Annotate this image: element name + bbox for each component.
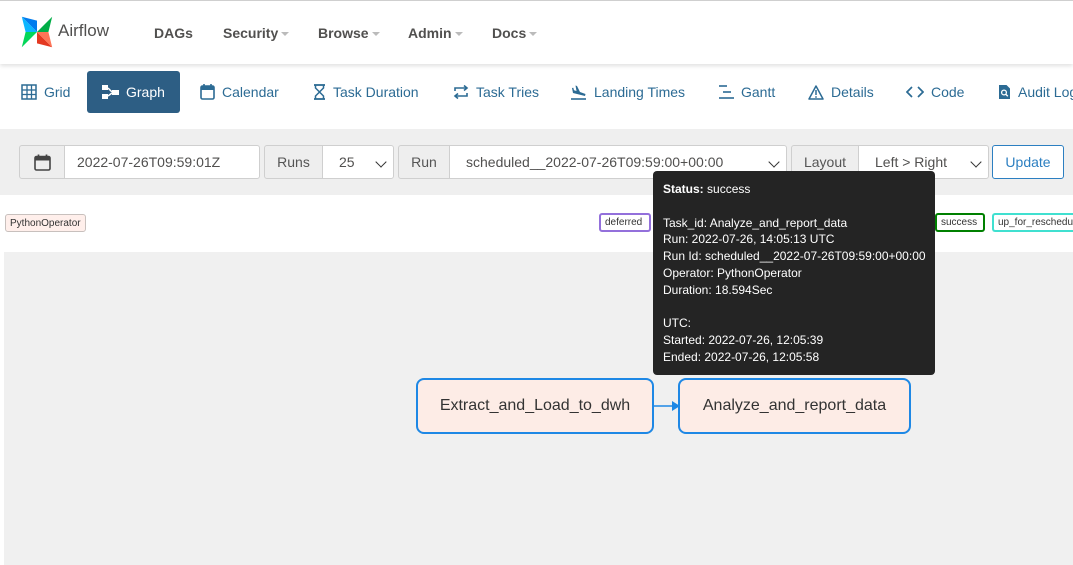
landing-icon — [571, 85, 586, 100]
task-node-extract-and-load[interactable]: Extract_and_Load_to_dwh — [416, 378, 654, 434]
nav-dags[interactable]: DAGs — [154, 25, 193, 41]
tab-audit-log[interactable]: Audit Log — [998, 71, 1073, 113]
update-button-label: Update — [1005, 154, 1051, 170]
runs-label: Runs — [264, 145, 323, 179]
retry-icon — [453, 84, 469, 100]
execution-date-input[interactable]: 2022-07-26T09:59:01Z — [64, 145, 260, 179]
tooltip-task-id: Task_id: Analyze_and_report_data — [663, 215, 848, 230]
tab-calendar[interactable]: Calendar — [200, 71, 279, 113]
state-legend-label: success — [941, 217, 978, 228]
chevron-down-icon — [970, 156, 982, 168]
gantt-icon — [719, 85, 734, 99]
tab-task-tries[interactable]: Task Tries — [453, 71, 539, 113]
state-legend-deferred[interactable]: deferred — [599, 213, 651, 232]
tooltip-ended: Ended: 2022-07-26, 12:05:58 — [663, 349, 820, 364]
operator-legend-label: PythonOperator — [10, 217, 81, 229]
tab-label: Details — [831, 84, 874, 100]
chevron-down-icon — [768, 156, 780, 168]
chevron-down-icon — [375, 156, 387, 168]
tab-label: Landing Times — [594, 84, 686, 100]
tab-task-duration[interactable]: Task Duration — [313, 71, 419, 113]
tab-label: Gantt — [741, 84, 776, 100]
tooltip-spacer — [663, 299, 925, 316]
tab-label: Task Duration — [333, 84, 419, 100]
tab-landing-times[interactable]: Landing Times — [570, 71, 685, 113]
tab-gantt[interactable]: Gantt — [718, 71, 775, 113]
chevron-down-icon — [454, 32, 463, 37]
tab-label: Grid — [44, 84, 71, 100]
calendar-picker-button[interactable] — [19, 145, 65, 179]
tab-code[interactable]: Code — [906, 71, 964, 113]
run-label-text: Run — [411, 154, 437, 170]
run-select-value: scheduled__2022-07-26T09:59:00+00:00 — [466, 154, 724, 170]
graph-icon — [102, 84, 119, 99]
chevron-down-icon — [371, 32, 380, 37]
tab-label: Code — [931, 84, 965, 100]
tab-label: Calendar — [222, 84, 279, 100]
calendar-icon — [200, 84, 215, 100]
tooltip-status-value: success — [707, 182, 751, 196]
run-label: Run — [398, 145, 450, 179]
task-instance-tooltip: Status: success Task_id: Analyze_and_rep… — [653, 171, 935, 375]
tooltip-duration: Duration: 18.594Sec — [663, 282, 773, 297]
execution-date-value: 2022-07-26T09:59:01Z — [77, 154, 221, 170]
runs-label-text: Runs — [277, 154, 310, 170]
dag-view-tabs: Grid Graph Calendar Task Duration Task T… — [0, 64, 1073, 120]
tooltip-operator: Operator: PythonOperator — [663, 265, 802, 280]
tab-label: Audit Log — [1018, 84, 1073, 100]
tab-graph[interactable]: Graph — [87, 71, 180, 113]
top-navbar: Airflow DAGs Security Browse Admin Docs — [0, 0, 1073, 64]
nav-browse[interactable]: Browse — [318, 25, 380, 41]
tab-label: Task Tries — [476, 84, 540, 100]
task-node-label: Analyze_and_report_data — [702, 397, 887, 414]
warning-triangle-icon — [808, 84, 824, 100]
tooltip-status: Status: success — [663, 181, 925, 198]
tooltip-run: Run: 2022-07-26, 14:05:13 UTC — [663, 232, 835, 247]
brand-name[interactable]: Airflow — [58, 21, 109, 41]
runs-select-value: 25 — [339, 154, 355, 170]
calendar-icon — [33, 154, 51, 171]
runs-select[interactable]: 25 — [322, 145, 394, 179]
nav-docs[interactable]: Docs — [492, 25, 538, 41]
tooltip-started: Started: 2022-07-26, 12:05:39 — [663, 333, 824, 348]
tooltip-utc-label: UTC: — [663, 316, 691, 331]
nav-security[interactable]: Security — [223, 25, 290, 41]
airflow-logo-icon[interactable] — [18, 13, 56, 51]
layout-select-value: Left > Right — [875, 154, 947, 170]
task-node-analyze-and-report[interactable]: Analyze_and_report_data — [678, 378, 911, 434]
chevron-down-icon — [281, 32, 290, 37]
tab-details[interactable]: Details — [808, 71, 874, 113]
operator-legend-python[interactable]: PythonOperator — [5, 214, 86, 232]
document-search-icon — [999, 85, 1010, 99]
state-legend-up-for-reschedule[interactable]: up_for_reschedule — [992, 213, 1073, 232]
tab-grid[interactable]: Grid — [21, 71, 70, 113]
state-legend-success[interactable]: success — [935, 213, 985, 232]
tab-label: Graph — [126, 84, 165, 100]
nav-admin[interactable]: Admin — [408, 25, 463, 41]
grid-icon — [21, 84, 37, 100]
task-node-label: Extract_and_Load_to_dwh — [439, 397, 631, 414]
tooltip-status-label: Status: — [663, 182, 704, 196]
update-button[interactable]: Update — [992, 145, 1064, 179]
layout-label-text: Layout — [803, 154, 847, 170]
chevron-down-icon — [529, 32, 538, 37]
state-legend-label: deferred — [605, 217, 643, 228]
hourglass-icon — [314, 84, 325, 100]
code-icon — [906, 86, 924, 98]
state-legend-label: up_for_reschedule — [998, 217, 1073, 228]
tooltip-run-id: Run Id: scheduled__2022-07-26T09:59:00+0… — [663, 249, 926, 264]
tooltip-spacer — [663, 198, 925, 215]
